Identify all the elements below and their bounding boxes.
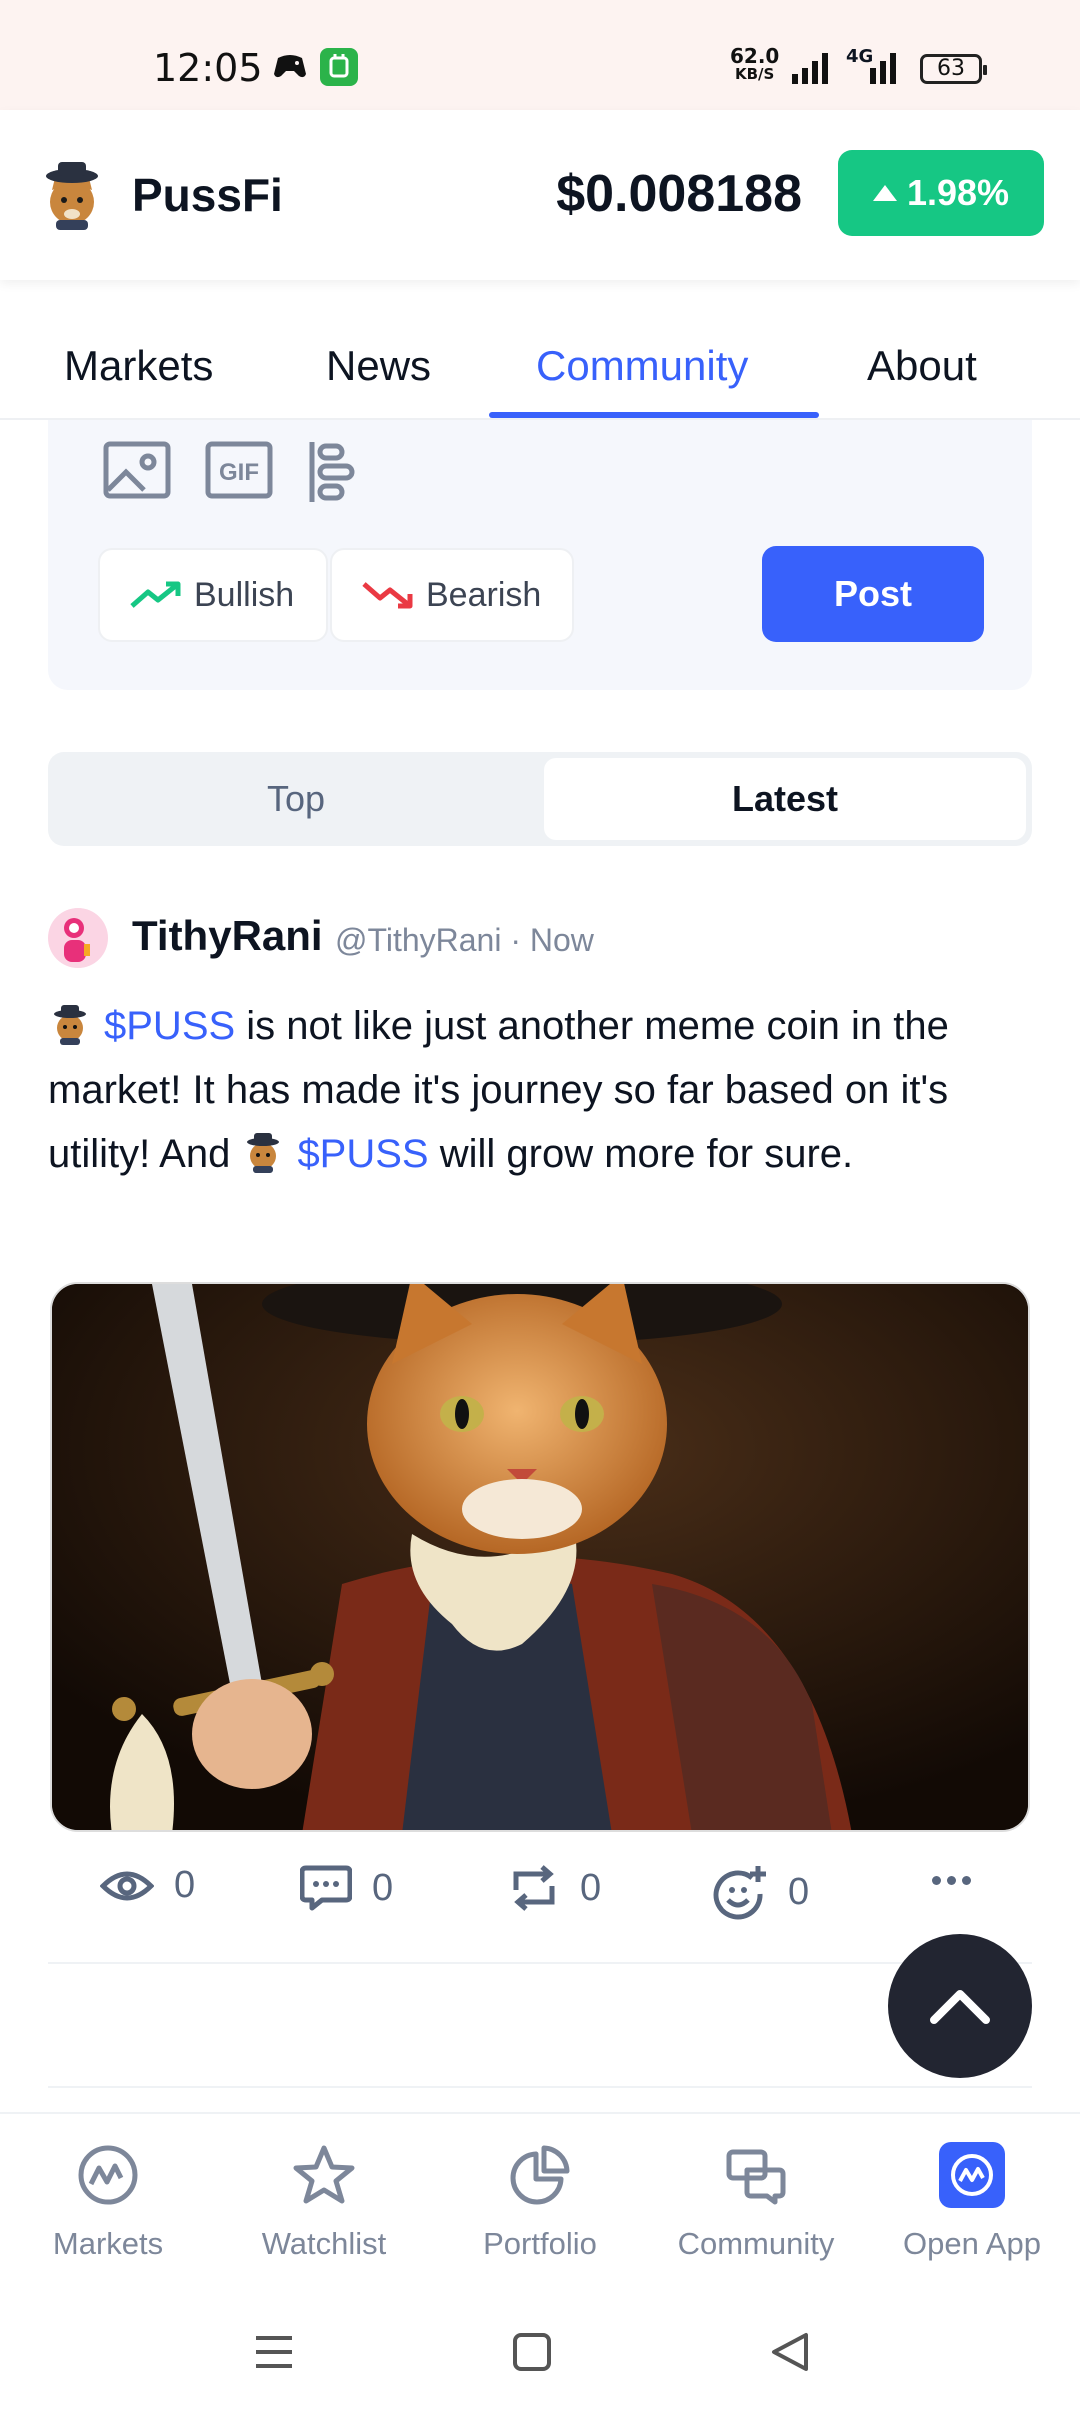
reactions-count: 0	[788, 1870, 810, 1913]
bottom-navigation: Markets Watchlist Portfolio Community Op…	[0, 2112, 1080, 2292]
active-tab-indicator	[489, 412, 819, 418]
game-controller-icon	[274, 55, 306, 78]
status-bar: 12:05 62.0 KB/S 4G 63	[0, 0, 1080, 110]
nav-community-label: Community	[677, 2226, 835, 2261]
nav-watchlist-label: Watchlist	[261, 2226, 387, 2261]
scroll-to-top-button[interactable]	[888, 1934, 1032, 2078]
cashtag-link[interactable]: $PUSS	[297, 1132, 428, 1176]
nav-portfolio-label: Portfolio	[483, 2226, 597, 2261]
battery-indicator: 63	[920, 54, 987, 84]
coin-name: PussFi	[132, 169, 283, 221]
post-button[interactable]: Post	[762, 546, 984, 642]
star-icon	[291, 2142, 357, 2208]
sort-latest-option[interactable]: Latest	[544, 758, 1026, 840]
system-navigation-bar	[0, 2292, 1080, 2412]
price-change-value: 1.98%	[906, 172, 1010, 213]
bullish-button[interactable]: Bullish	[98, 548, 328, 642]
coin-price: $0.008188	[556, 165, 802, 223]
nav-markets-label: Markets	[52, 2226, 164, 2261]
app-notification-icon	[320, 48, 358, 86]
network-speed: 62.0 KB/S	[730, 46, 779, 82]
coin-header: PussFi $0.008188 1.98%	[0, 110, 1080, 280]
views-stat: 0	[100, 1864, 195, 1907]
nav-portfolio[interactable]: Portfolio	[440, 2142, 640, 2262]
status-time: 12:05	[153, 46, 263, 90]
chat-icon	[723, 2142, 789, 2208]
reposts-count: 0	[580, 1866, 602, 1909]
pussfi-logo-icon	[46, 162, 98, 230]
gif-icon[interactable]: GIF	[204, 440, 274, 500]
signal-4g-icon	[870, 53, 896, 84]
nav-watchlist[interactable]: Watchlist	[224, 2142, 424, 2262]
post-composer: GIF Bullish Bearish Post	[48, 420, 1032, 690]
signal-icon	[792, 53, 828, 84]
post-handle-time: @TithyRani · Now	[335, 922, 594, 958]
bullish-label: Bullish	[194, 575, 295, 614]
repost-icon	[513, 1865, 555, 1911]
post-divider	[48, 1962, 1032, 1964]
bearish-button[interactable]: Bearish	[330, 548, 574, 642]
tab-news[interactable]: News	[326, 342, 431, 390]
open-app-icon	[939, 2142, 1005, 2208]
comments-stat[interactable]: 0	[300, 1864, 393, 1912]
home-icon[interactable]	[512, 2332, 552, 2372]
trend-down-icon	[362, 582, 413, 609]
chevron-up-icon	[930, 1990, 990, 2024]
post-divider	[48, 2086, 1032, 2088]
poll-icon[interactable]	[306, 440, 356, 504]
up-arrow-icon	[872, 185, 897, 201]
tab-markets[interactable]: Markets	[64, 342, 213, 390]
avatar[interactable]	[48, 908, 108, 968]
svg-text:GIF: GIF	[219, 459, 259, 486]
pie-chart-icon	[507, 2142, 573, 2208]
avatar-image	[48, 908, 108, 968]
tab-community[interactable]: Community	[536, 342, 748, 390]
trend-up-icon	[130, 581, 181, 608]
price-change-badge: 1.98%	[838, 150, 1044, 236]
image-icon[interactable]	[102, 440, 172, 500]
puss-coin-icon	[54, 1005, 86, 1045]
comment-icon	[300, 1865, 352, 1911]
eye-icon	[100, 1871, 154, 1900]
speed-value: 62.0	[730, 44, 780, 68]
reposts-stat[interactable]: 0	[508, 1864, 601, 1912]
sort-top-option[interactable]: Top	[54, 758, 538, 840]
nav-open-app[interactable]: Open App	[872, 2142, 1072, 2262]
nav-open-app-label: Open App	[903, 2226, 1041, 2261]
nav-community[interactable]: Community	[656, 2142, 856, 2262]
post-text-part: will grow more for sure.	[428, 1132, 854, 1176]
add-reaction-icon	[713, 1866, 766, 1920]
comments-count: 0	[372, 1866, 394, 1909]
cashtag-link[interactable]: $PUSS	[104, 1004, 235, 1048]
post-author[interactable]: TithyRani	[132, 912, 323, 960]
bearish-label: Bearish	[426, 575, 542, 614]
cat-musketeer-image	[52, 1284, 1028, 1830]
cmc-logo-icon	[75, 2142, 141, 2208]
nav-markets[interactable]: Markets	[8, 2142, 208, 2262]
section-tabs: Markets News Community About	[0, 330, 1080, 420]
back-icon[interactable]	[770, 2332, 810, 2372]
post-body: $PUSS is not like just another meme coin…	[48, 994, 1038, 1186]
more-options-icon[interactable]	[932, 1876, 971, 1885]
views-count: 0	[174, 1864, 196, 1906]
tab-about[interactable]: About	[867, 342, 977, 390]
post-image[interactable]	[50, 1282, 1030, 1832]
post-stats: 0 0 0 0	[0, 1856, 1080, 1926]
feed-sort-toggle: Top Latest	[48, 752, 1032, 846]
puss-coin-icon	[247, 1133, 280, 1173]
menu-icon[interactable]	[254, 2332, 294, 2372]
reactions-stat[interactable]: 0	[712, 1864, 809, 1920]
speed-unit: KB/S	[735, 65, 775, 83]
